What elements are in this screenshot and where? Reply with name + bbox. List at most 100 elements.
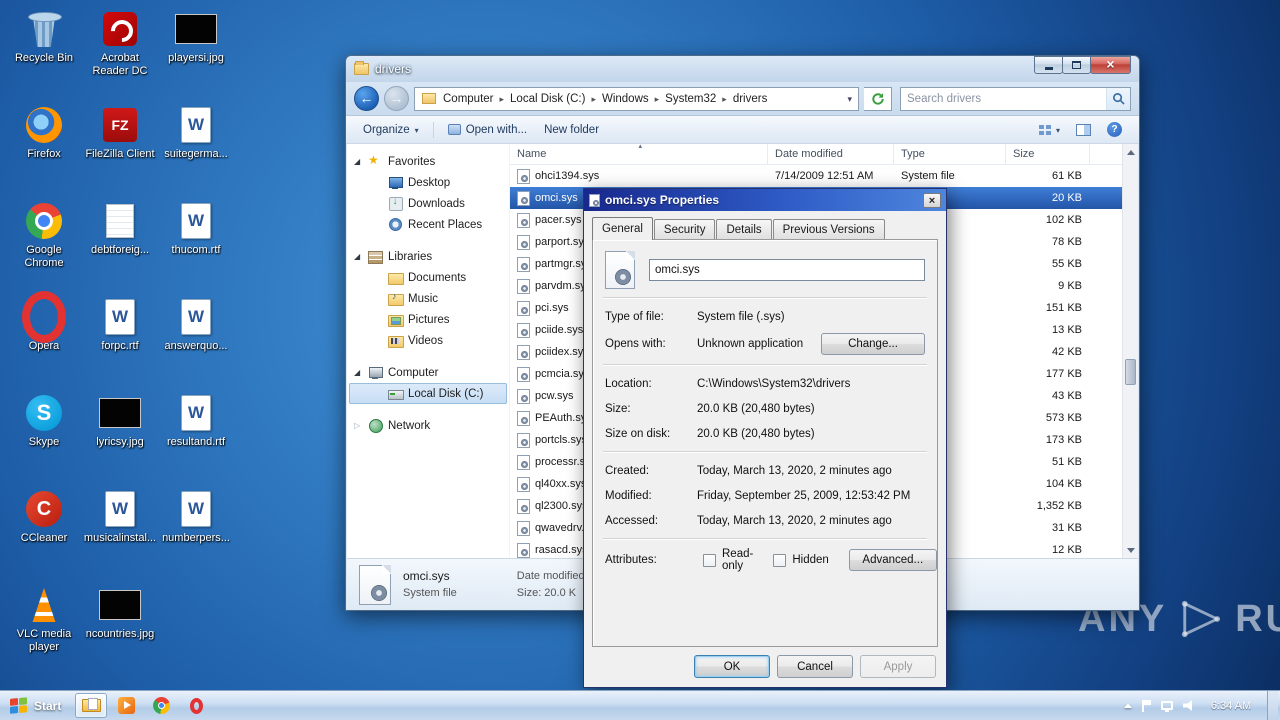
taskbar-app-button[interactable] [75,693,108,718]
column-header-date-modified[interactable]: Date modified [768,144,894,164]
scroll-down-icon[interactable] [1123,542,1138,558]
desktop-icon[interactable]: resultand.rtf [158,388,234,484]
system-file-icon [517,234,530,250]
address-bar[interactable]: Computer Local Disk (C:) Windows System3… [414,86,859,111]
scroll-up-icon[interactable] [1123,144,1138,160]
desktop-icon[interactable]: Recycle Bin [6,4,82,100]
close-button[interactable] [1090,56,1131,74]
tree-item[interactable]: Desktop [349,172,507,193]
advanced-button[interactable]: Advanced... [848,549,937,571]
cancel-button[interactable]: Cancel [777,655,853,678]
preview-pane-button[interactable] [1069,121,1098,139]
forward-button[interactable] [384,86,409,111]
desktop-icon[interactable]: VLC media player [6,580,82,676]
network-icon[interactable] [1161,701,1173,712]
views-button[interactable] [1032,121,1067,139]
taskbar-app-button[interactable] [145,693,177,718]
clock[interactable]: 6:34 AM [1205,700,1257,712]
explorer-titlebar[interactable]: drivers [346,56,1139,82]
minimize-button[interactable] [1034,56,1063,74]
desktop-icon[interactable]: Google Chrome [6,196,82,292]
desktop-icon[interactable]: lyricsy.jpg [82,388,158,484]
file-date-modified: 7/14/2009 12:51 AM [775,170,874,182]
show-desktop-button[interactable] [1267,691,1278,720]
taskbar-app-button[interactable] [180,693,212,718]
dialog-close-button[interactable] [923,192,941,208]
tree-item[interactable]: Libraries [349,246,507,267]
expander-icon[interactable] [354,422,360,430]
action-center-icon[interactable] [1142,699,1151,712]
apply-button[interactable]: Apply [860,655,936,678]
organize-label: Organize [363,123,410,136]
desktop-icon[interactable]: forpc.rtf [82,292,158,388]
column-header-type[interactable]: Type [894,144,1006,164]
desktop-icon[interactable]: numberpers... [158,484,234,580]
readonly-checkbox[interactable] [703,553,716,567]
tree-item[interactable]: Documents [349,267,507,288]
taskbar-app-button[interactable] [110,693,142,718]
desktop-icon[interactable]: Acrobat Reader DC [82,4,158,100]
maximize-button[interactable] [1062,56,1091,74]
tree-item[interactable]: Local Disk (C:) [349,383,507,404]
tree-item[interactable]: Videos [349,330,507,351]
desktop-icon[interactable]: musicalinstal... [82,484,158,580]
desktop-icon[interactable]: Opera [6,292,82,388]
organize-button[interactable]: Organize [356,121,426,139]
help-button[interactable] [1100,119,1129,140]
opens-with-value: Unknown application [697,338,804,350]
breadcrumb-item[interactable]: Windows [598,88,661,110]
tree-item[interactable]: Downloads [349,193,507,214]
new-folder-button[interactable]: New folder [537,121,606,139]
scrollbar-thumb[interactable] [1125,359,1136,385]
filename-input[interactable] [649,259,925,281]
refresh-button[interactable] [864,86,892,111]
breadcrumb-item[interactable]: Computer [439,88,506,110]
dialog-tab[interactable]: Previous Versions [772,219,885,239]
address-history-dropdown-icon[interactable] [841,93,858,105]
desktop-icon[interactable]: answerquo... [158,292,234,388]
dialog-tab[interactable]: Details [716,219,772,239]
tree-item[interactable]: Computer [349,362,507,383]
hidden-checkbox[interactable] [773,553,787,567]
desktop-icon[interactable]: FileZilla Client [82,100,158,196]
system-tray: 6:34 AM [1124,691,1280,720]
change-button[interactable]: Change... [821,333,925,355]
dialog-tab[interactable]: Security [653,219,716,239]
dialog-titlebar[interactable]: omci.sys Properties [584,189,946,211]
breadcrumb-item[interactable]: drivers [729,88,776,110]
breadcrumb-item[interactable]: Local Disk (C:) [506,88,598,110]
open-with-button[interactable]: Open with... [441,121,534,139]
volume-icon[interactable] [1183,700,1192,711]
desktop-icon[interactable]: Skype [6,388,82,484]
show-hidden-icons-button[interactable] [1124,703,1132,708]
system-file-icon [517,520,530,536]
back-button[interactable] [354,86,379,111]
dialog-tab[interactable]: General [592,217,653,240]
opens-with-row: Opens with: Unknown application Change..… [593,329,937,359]
tree-item[interactable]: Recent Places [349,214,507,235]
tree-item[interactable]: Pictures [349,309,507,330]
start-button[interactable]: Start [0,691,71,720]
tree-item[interactable]: Music [349,288,507,309]
desktop-icon[interactable]: suitegerma... [158,100,234,196]
desktop-icon[interactable]: ncountries.jpg [82,580,158,676]
expander-icon[interactable] [354,253,360,261]
ok-button[interactable]: OK [694,655,770,678]
desktop-icon[interactable]: debtforeig... [82,196,158,292]
expander-icon[interactable] [354,158,360,166]
search-icon[interactable] [1106,87,1130,110]
column-header-size[interactable]: Size [1006,144,1090,164]
desktop-icon[interactable]: playersi.jpg [158,4,234,100]
search-input[interactable] [901,92,1106,105]
column-header-name[interactable]: Name [510,144,768,164]
vertical-scrollbar[interactable] [1122,144,1138,558]
desktop-icon[interactable]: CCleaner [6,484,82,580]
breadcrumb-item[interactable]: System32 [661,88,729,110]
desktop-icon[interactable]: Firefox [6,100,82,196]
expander-icon[interactable] [354,369,360,377]
file-row[interactable]: ohci1394.sys 7/14/2009 12:51 AM System f… [510,165,1122,187]
desktop-icon[interactable]: thucom.rtf [158,196,234,292]
tree-item[interactable]: Network [349,415,507,436]
tree-item[interactable]: Favorites [349,151,507,172]
file-name: omci.sys [535,192,578,204]
